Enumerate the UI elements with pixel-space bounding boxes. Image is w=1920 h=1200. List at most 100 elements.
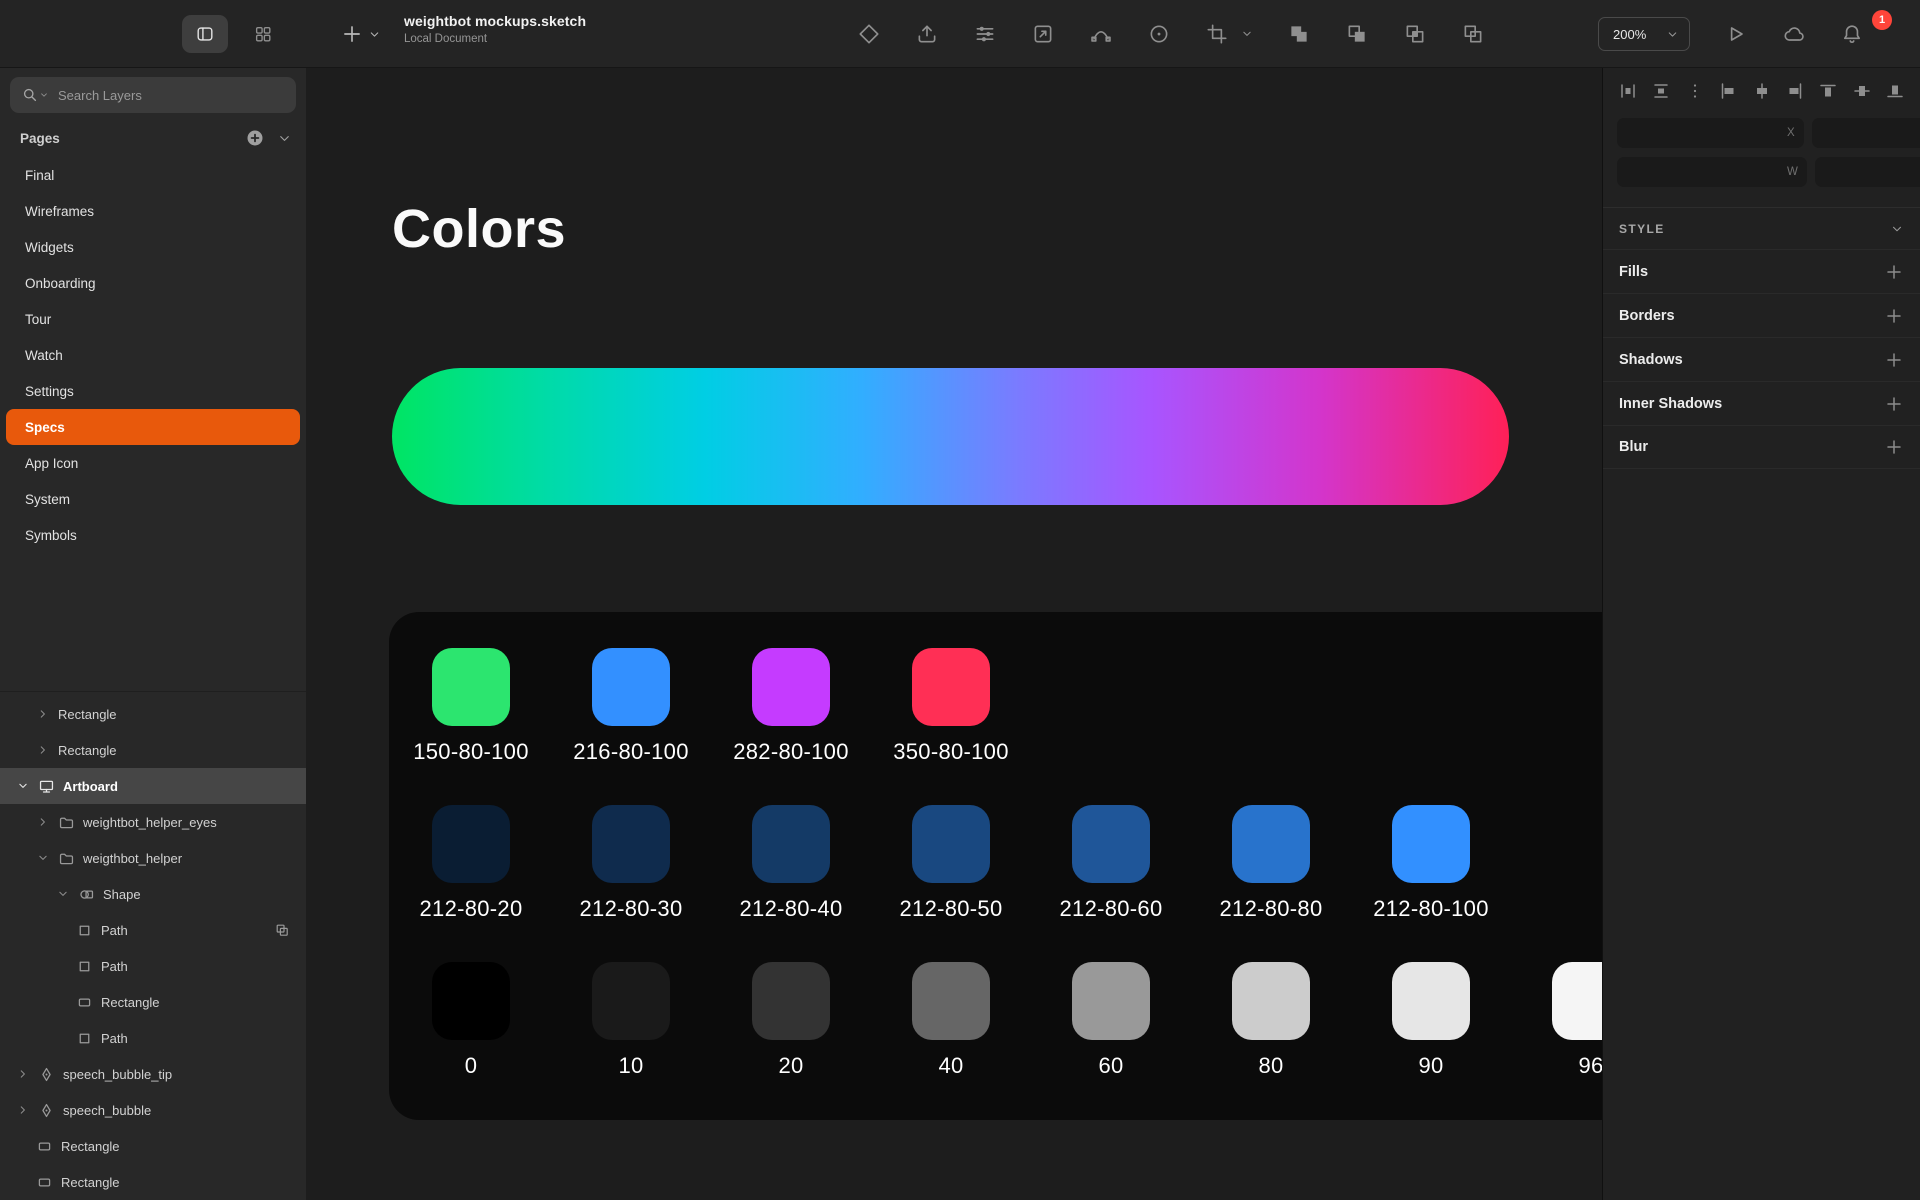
distribute-horizontal-button[interactable] — [1617, 80, 1639, 102]
x-field[interactable]: X — [1617, 118, 1804, 148]
color-swatch[interactable] — [912, 648, 990, 726]
layer-row[interactable]: weigthbot_helper — [0, 840, 306, 876]
sliders-button[interactable] — [972, 21, 998, 47]
color-swatch[interactable] — [1552, 962, 1602, 1040]
color-swatch[interactable] — [752, 805, 830, 883]
add-borders-button[interactable] — [1884, 306, 1904, 326]
sidebar-page-specs[interactable]: Specs — [6, 409, 300, 445]
layer-row[interactable]: Rectangle — [0, 1128, 306, 1164]
align-right-button[interactable] — [1784, 80, 1806, 102]
layer-row[interactable]: Rectangle — [0, 696, 306, 732]
sidebar-page-watch[interactable]: Watch — [6, 337, 300, 373]
color-swatch[interactable] — [1392, 805, 1470, 883]
subtract-button[interactable] — [1344, 21, 1370, 47]
layer-row[interactable]: Path — [0, 1020, 306, 1056]
blend-tool-button[interactable] — [856, 21, 882, 47]
chevron-down-icon[interactable] — [56, 887, 70, 901]
scale-button[interactable] — [1030, 21, 1056, 47]
align-middle-button[interactable] — [1851, 80, 1873, 102]
chevron-right-icon[interactable] — [36, 815, 50, 829]
style-section-header[interactable]: STYLE — [1603, 207, 1920, 249]
color-swatch[interactable] — [752, 962, 830, 1040]
color-swatch[interactable] — [1392, 962, 1470, 1040]
union-button[interactable] — [1286, 21, 1312, 47]
chevron-down-icon[interactable] — [36, 851, 50, 865]
add-shadows-button[interactable] — [1884, 350, 1904, 370]
gradient-pill[interactable] — [392, 368, 1509, 505]
layer-row[interactable]: Rectangle — [0, 1164, 306, 1200]
sidebar-page-final[interactable]: Final — [6, 157, 300, 193]
search-layers-input[interactable] — [10, 77, 296, 113]
style-section-inner-shadows[interactable]: Inner Shadows — [1603, 381, 1920, 425]
layer-row[interactable]: speech_bubble — [0, 1092, 306, 1128]
width-field[interactable]: W — [1617, 157, 1807, 187]
swatch-panel[interactable]: 150-80-100216-80-100282-80-100350-80-100… — [389, 612, 1602, 1120]
layer-row[interactable]: Shape — [0, 876, 306, 912]
height-input[interactable] — [1824, 165, 1920, 179]
style-section-fills[interactable]: Fills — [1603, 249, 1920, 293]
canvas[interactable]: Colors 150-80-100216-80-100282-80-100350… — [306, 68, 1602, 1200]
width-input[interactable] — [1626, 165, 1781, 179]
notification-badge[interactable]: 1 — [1872, 10, 1892, 30]
layer-row[interactable]: Artboard — [0, 768, 306, 804]
chevron-down-button[interactable] — [1240, 21, 1254, 47]
sidebar-page-app-icon[interactable]: App Icon — [6, 445, 300, 481]
color-swatch[interactable] — [912, 962, 990, 1040]
add-fills-button[interactable] — [1884, 262, 1904, 282]
layer-row[interactable]: Rectangle — [0, 732, 306, 768]
color-swatch[interactable] — [592, 648, 670, 726]
sidebar-page-settings[interactable]: Settings — [6, 373, 300, 409]
distribute-vertical-button[interactable] — [1650, 80, 1672, 102]
layer-row[interactable]: Rectangle — [0, 984, 306, 1020]
insert-menu[interactable] — [340, 0, 381, 68]
align-left-button[interactable] — [1717, 80, 1739, 102]
color-swatch[interactable] — [592, 962, 670, 1040]
y-input[interactable] — [1821, 126, 1920, 140]
layer-row[interactable]: weightbot_helper_eyes — [0, 804, 306, 840]
sidebar-page-tour[interactable]: Tour — [6, 301, 300, 337]
add-inner-shadows-button[interactable] — [1884, 394, 1904, 414]
add-blur-button[interactable] — [1884, 437, 1904, 457]
chevron-right-icon[interactable] — [16, 1067, 30, 1081]
sidebar-page-onboarding[interactable]: Onboarding — [6, 265, 300, 301]
chevron-down-icon[interactable] — [16, 779, 30, 793]
style-section-blur[interactable]: Blur — [1603, 425, 1920, 469]
chevron-right-icon[interactable] — [36, 743, 50, 757]
chevron-down-icon[interactable] — [38, 89, 50, 101]
align-bottom-button[interactable] — [1884, 80, 1906, 102]
align-center-horizontal-button[interactable] — [1751, 80, 1773, 102]
layer-list-view-toggle[interactable] — [182, 15, 228, 53]
bell-button[interactable] — [1838, 20, 1866, 48]
canvas-title-text[interactable]: Colors — [392, 198, 566, 260]
sidebar-page-system[interactable]: System — [6, 481, 300, 517]
color-swatch[interactable] — [1232, 805, 1310, 883]
intersect-button[interactable] — [1402, 21, 1428, 47]
y-field[interactable]: Y — [1812, 118, 1920, 148]
collapse-pages-icon[interactable] — [277, 131, 292, 146]
color-swatch[interactable] — [912, 805, 990, 883]
color-swatch[interactable] — [1072, 805, 1150, 883]
align-top-button[interactable] — [1817, 80, 1839, 102]
frame-tool-button[interactable] — [1204, 21, 1230, 47]
color-swatch[interactable] — [1232, 962, 1310, 1040]
color-swatch[interactable] — [752, 648, 830, 726]
color-swatch[interactable] — [432, 962, 510, 1040]
add-page-button[interactable] — [245, 128, 265, 148]
play-button[interactable] — [1722, 20, 1750, 48]
layer-row[interactable]: Path — [0, 912, 306, 948]
sidebar-page-widgets[interactable]: Widgets — [6, 229, 300, 265]
x-input[interactable] — [1626, 126, 1781, 140]
color-swatch[interactable] — [432, 648, 510, 726]
rotate-copies-button[interactable] — [1146, 21, 1172, 47]
sidebar-page-symbols[interactable]: Symbols — [6, 517, 300, 553]
height-field[interactable]: H — [1815, 157, 1920, 187]
grid-view-toggle[interactable] — [240, 15, 286, 53]
sidebar-page-wireframes[interactable]: Wireframes — [6, 193, 300, 229]
edit-vector-button[interactable] — [1088, 21, 1114, 47]
style-section-shadows[interactable]: Shadows — [1603, 337, 1920, 381]
cloud-button[interactable] — [1780, 20, 1808, 48]
color-swatch[interactable] — [1072, 962, 1150, 1040]
color-swatch[interactable] — [592, 805, 670, 883]
zoom-select[interactable]: 200% — [1598, 17, 1690, 51]
style-section-borders[interactable]: Borders — [1603, 293, 1920, 337]
